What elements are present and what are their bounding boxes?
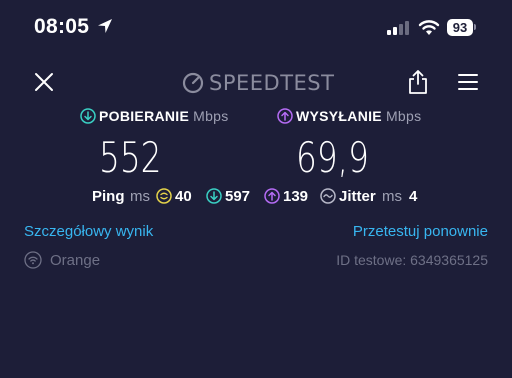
cellular-signal-icon [387,21,409,35]
jitter-unit: ms [382,188,402,205]
download-label-text: POBIERANIE [99,108,190,124]
download-speed-value: 552 [99,133,162,182]
upload-speed-value: 69,9 [296,133,369,182]
share-icon[interactable] [407,69,429,95]
speedometer-logo-icon [182,72,204,94]
download-label: POBIERANIE Mbps [99,108,229,124]
upload-ping-value: 139 [283,188,309,205]
battery-level: 93 [447,19,473,36]
provider-name: Orange [50,252,101,269]
jitter-label: Jitter [339,188,376,205]
status-time: 08:05 [34,15,90,38]
detailed-result-link[interactable]: Szczegółowy wynik [24,223,153,240]
location-arrow-icon [98,19,112,33]
idle-ping-icon [156,188,172,204]
jitter-value: 4 [409,188,418,205]
menu-icon[interactable] [458,73,478,91]
download-unit: Mbps [193,108,229,124]
app-logo: SPEEDTEST [209,71,335,95]
test-id: ID testowe: 6349365125 [336,252,488,268]
upload-ping-icon [264,188,280,204]
isp-wifi-icon [24,251,42,269]
upload-label: WYSYŁANIE Mbps [296,108,421,124]
download-ping-icon [206,188,222,204]
wifi-icon [418,20,440,35]
battery-tip [474,24,476,30]
ping-label: Ping [92,188,125,205]
idle-ping-value: 40 [175,188,192,205]
jitter-icon [320,188,336,204]
ping-unit: ms [130,188,150,205]
upload-unit: Mbps [385,108,422,124]
upload-label-text: WYSYŁANIE [296,108,382,124]
download-arrow-icon [80,108,96,124]
download-ping-value: 597 [225,188,251,205]
close-icon[interactable] [33,71,55,93]
upload-arrow-icon [277,108,293,124]
retest-link[interactable]: Przetestuj ponownie [353,223,488,240]
